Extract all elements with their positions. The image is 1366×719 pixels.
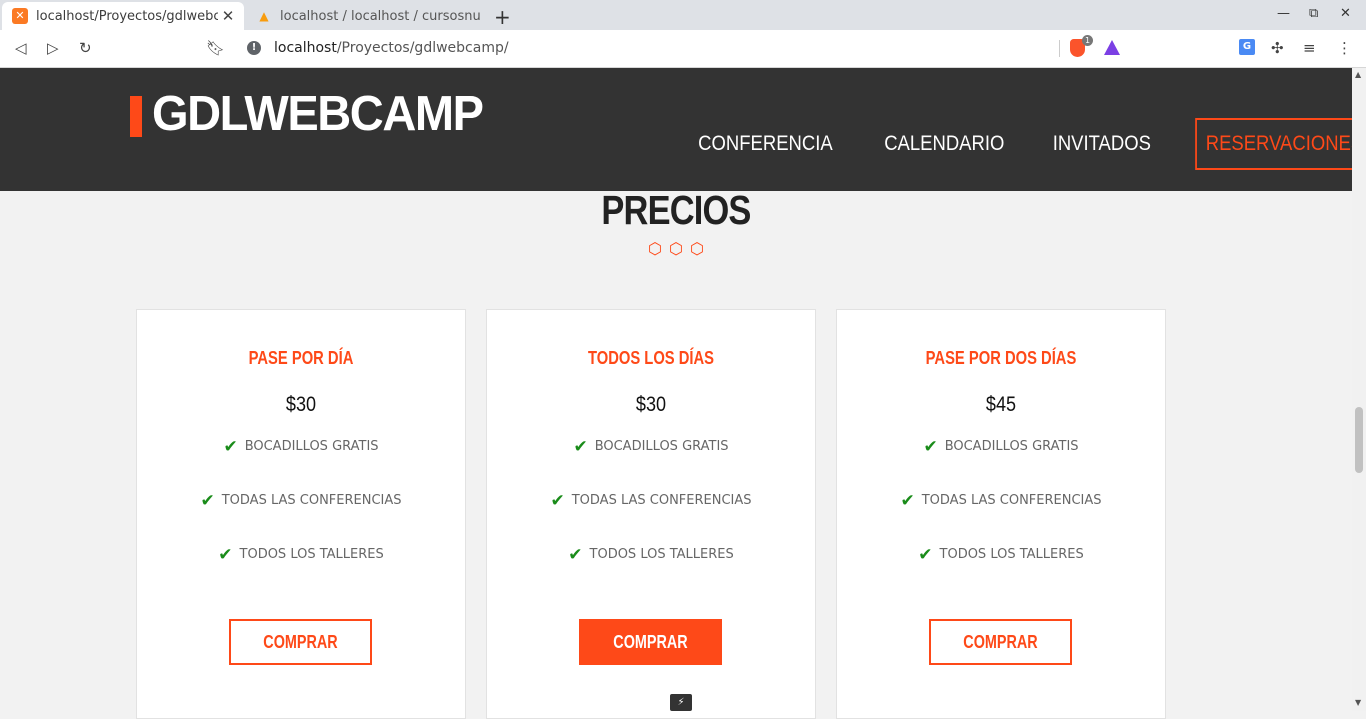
reload-icon[interactable]: ↻ — [79, 39, 92, 57]
section-title: PRECIOS — [601, 187, 751, 233]
logo-accent-bar — [130, 96, 142, 137]
plan-name: TODOS LOS DÍAS — [587, 348, 715, 368]
check-icon: ✔ — [550, 491, 565, 511]
check-icon: ✔ — [573, 437, 588, 457]
scroll-up-arrow-icon[interactable]: ▲ — [1355, 70, 1361, 79]
brave-rewards-icon[interactable] — [1104, 40, 1120, 55]
main-navigation: CONFERENCIA CALENDARIO INVITADOS RESERVA… — [672, 118, 1366, 170]
feature-item: ✔ TODAS LAS CONFERENCIAS — [900, 491, 1102, 511]
nav-link-calendario[interactable]: CALENDARIO — [869, 118, 1019, 170]
bookmark-icon[interactable]: 🔖︎ — [206, 39, 225, 57]
close-tab-icon[interactable]: ✕ — [218, 7, 238, 25]
minimize-icon[interactable]: — — [1277, 6, 1290, 21]
shields-count-badge: 1 — [1082, 35, 1093, 46]
pricing-card-pase-por-dos-dias: PASE POR DOS DÍAS $45 ✔ BOCADILLOS GRATIS… — [836, 309, 1166, 719]
check-icon: ✔ — [918, 545, 933, 565]
check-icon: ✔ — [223, 437, 238, 457]
pricing-card-todos-los-dias: TODOS LOS DÍAS $30 ✔ BOCADILLOS GRATIS ✔ T… — [486, 309, 816, 719]
feature-item: ✔ TODAS LAS CONFERENCIAS — [200, 491, 402, 511]
nav-link-reservaciones[interactable]: RESERVACIONES — [1195, 118, 1366, 170]
site-info-icon[interactable]: ! — [247, 41, 261, 55]
feature-item: ✔ TODOS LOS TALLERES — [568, 545, 734, 565]
tab-title: localhost / localhost / cursosnu — [280, 8, 481, 24]
omnibox-divider — [1059, 40, 1060, 57]
feature-item: ✔ TODOS LOS TALLERES — [218, 545, 384, 565]
xampp-icon: ✕ — [12, 8, 28, 24]
hexagon-icon: ⬡ — [669, 239, 683, 258]
plan-name: PASE POR DOS DÍAS — [925, 348, 1077, 368]
lightning-badge-icon[interactable]: ⚡ — [670, 694, 692, 711]
section-divider: ⬡ ⬡ ⬡ — [0, 239, 1352, 258]
browser-tab-gdlwebcamp[interactable]: ✕ localhost/Proyectos/gdlwebc ✕ — [2, 2, 244, 30]
buy-button[interactable]: COMPRAR — [929, 619, 1072, 665]
nav-link-conferencia[interactable]: CONFERENCIA — [683, 118, 847, 170]
plan-price: $30 — [285, 393, 317, 416]
url-text[interactable]: localhost/Proyectos/gdlwebcamp/ — [274, 40, 509, 56]
browser-tab-strip: ✕ localhost/Proyectos/gdlwebc ✕ ▲ localh… — [0, 0, 1366, 30]
browser-toolbar: ◁ ▷ ↻ 🔖︎ ! localhost/Proyectos/gdlwebcam… — [0, 30, 1366, 68]
menu-icon[interactable]: ⋮ — [1337, 39, 1352, 57]
translate-icon[interactable]: G — [1239, 39, 1255, 55]
extensions-puzzle-icon[interactable]: ✣ — [1271, 39, 1284, 57]
hexagon-icon: ⬡ — [689, 239, 704, 258]
plan-name: PASE POR DÍA — [248, 348, 354, 368]
feature-item: ✔ BOCADILLOS GRATIS — [223, 437, 379, 457]
pricing-section: PRECIOS ⬡ ⬡ ⬡ PASE POR DÍA $30 ✔ BOCADILL… — [0, 187, 1352, 719]
feature-item: ✔ BOCADILLOS GRATIS — [923, 437, 1079, 457]
feature-item: ✔ TODOS LOS TALLERES — [918, 545, 1084, 565]
scroll-down-arrow-icon[interactable]: ▼ — [1355, 698, 1361, 707]
phpmyadmin-icon: ▲ — [259, 9, 269, 23]
address-bar[interactable]: ! localhost/Proyectos/gdlwebcamp/ 1 — [234, 33, 1130, 63]
window-close-icon[interactable]: ✕ — [1340, 6, 1351, 21]
hexagon-icon: ⬡ — [648, 239, 663, 258]
back-icon[interactable]: ◁ — [15, 39, 27, 57]
browser-tab-phpmyadmin[interactable]: ▲ localhost / localhost / cursosnu — [246, 2, 484, 30]
feature-list: ✔ BOCADILLOS GRATIS ✔ TODAS LAS CONFERENCI… — [137, 438, 465, 600]
check-icon: ✔ — [900, 491, 915, 511]
feature-item: ✔ BOCADILLOS GRATIS — [573, 437, 729, 457]
reading-list-icon[interactable]: ≡ — [1303, 39, 1316, 57]
feature-item: ✔ TODAS LAS CONFERENCIAS — [550, 491, 752, 511]
check-icon: ✔ — [923, 437, 938, 457]
buy-button[interactable]: COMPRAR — [579, 619, 722, 665]
buy-button[interactable]: COMPRAR — [229, 619, 372, 665]
page-scrollbar[interactable]: ▲ ▼ — [1352, 68, 1366, 711]
scroll-thumb[interactable] — [1355, 407, 1363, 473]
check-icon: ✔ — [568, 545, 583, 565]
plan-price: $45 — [985, 393, 1017, 416]
feature-list: ✔ BOCADILLOS GRATIS ✔ TODAS LAS CONFERENCI… — [837, 438, 1165, 600]
feature-list: ✔ BOCADILLOS GRATIS ✔ TODAS LAS CONFERENCI… — [487, 438, 815, 600]
restore-icon[interactable]: ⧉ — [1309, 6, 1318, 21]
nav-link-invitados[interactable]: INVITADOS — [1038, 118, 1166, 170]
check-icon: ✔ — [200, 491, 215, 511]
site-header: GDLWEBCAMP CONFERENCIA CALENDARIO INVITA… — [0, 68, 1366, 191]
site-logo[interactable]: GDLWEBCAMP — [152, 86, 484, 142]
tab-title: localhost/Proyectos/gdlwebc — [36, 8, 218, 24]
check-icon: ✔ — [218, 545, 233, 565]
pricing-card-pase-por-dia: PASE POR DÍA $30 ✔ BOCADILLOS GRATIS ✔ TOD… — [136, 309, 466, 719]
new-tab-plus-icon[interactable]: + — [494, 5, 511, 29]
plan-price: $30 — [635, 393, 667, 416]
forward-icon[interactable]: ▷ — [47, 39, 59, 57]
